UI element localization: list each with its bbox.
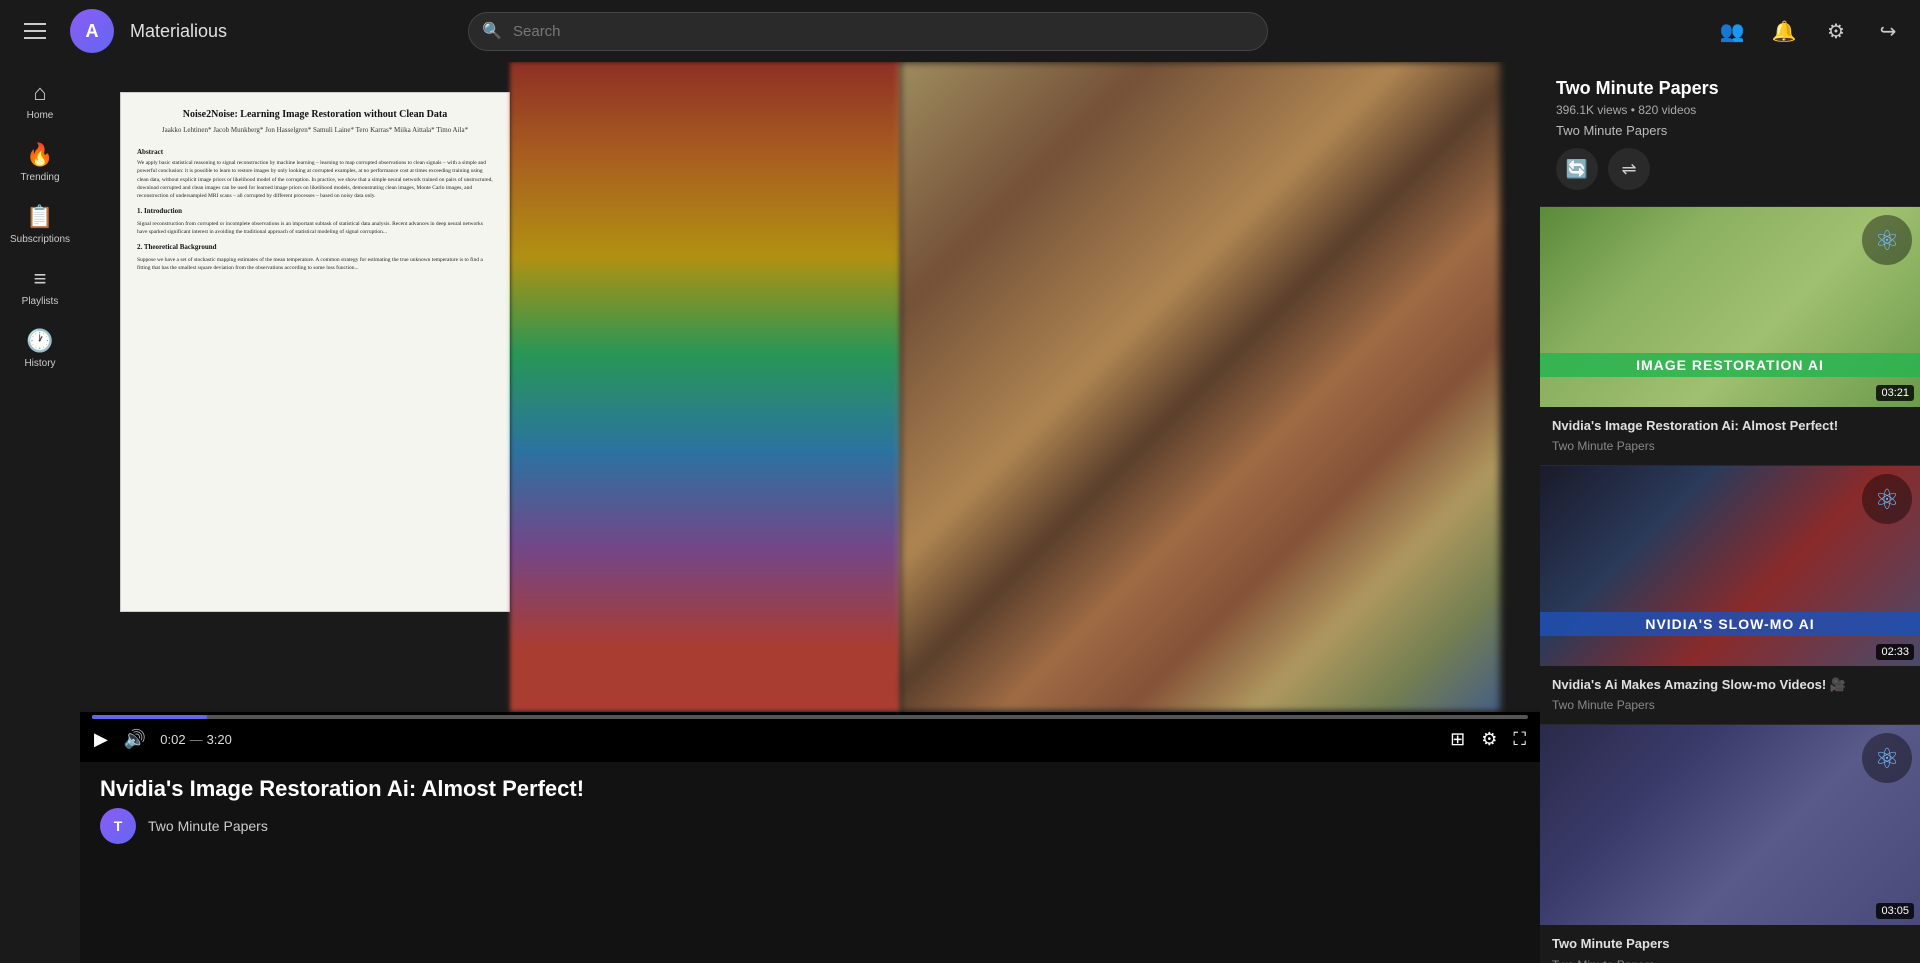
right-panel: Two Minute Papers 396.1K views • 820 vid… xyxy=(1540,62,1920,963)
channel-row: T Two Minute Papers xyxy=(100,808,1520,844)
home-icon: ⌂ xyxy=(33,80,46,106)
rv-thumbnail-1: ⚛ IMAGE RESTORATION AI 03:21 xyxy=(1540,207,1920,407)
main-layout: ⌂ Home 🔥 Trending 📋 Subscriptions ≡ Play… xyxy=(0,62,1920,963)
sidebar-item-subscriptions[interactable]: 📋 Subscriptions xyxy=(0,194,80,256)
video-info: Nvidia's Image Restoration Ai: Almost Pe… xyxy=(80,762,1540,852)
bell-icon[interactable]: 🔔 xyxy=(1768,15,1800,47)
rv-thumbnail-3: ⚛ 03:05 xyxy=(1540,725,1920,925)
rv-thumbnail-2: ⚛ NVIDIA'S SLOW-MO AI 02:33 xyxy=(1540,466,1920,666)
paper-thumbnail: Noise2Noise: Learning Image Restoration … xyxy=(120,92,510,612)
sidebar-item-label: Home xyxy=(27,110,54,122)
shuffle-button[interactable]: ⇌ xyxy=(1608,148,1650,190)
volume-button[interactable]: 🔊 xyxy=(122,727,148,752)
rv-title-1: Nvidia's Image Restoration Ai: Almost Pe… xyxy=(1552,417,1908,435)
rv-duration-2: 02:33 xyxy=(1876,644,1914,660)
play-button[interactable]: ▶ xyxy=(92,727,110,752)
rv-title-2: Nvidia's Ai Makes Amazing Slow-mo Videos… xyxy=(1552,676,1908,694)
channel-name-small: Two Minute Papers xyxy=(1556,123,1904,138)
sidebar-item-playlists[interactable]: ≡ Playlists xyxy=(0,256,80,318)
topbar-right: 👥 🔔 ⚙ ↪ xyxy=(1716,15,1904,47)
users-icon[interactable]: 👥 xyxy=(1716,15,1748,47)
progress-bar[interactable] xyxy=(92,715,1528,719)
sidebar-item-history[interactable]: 🕐 History xyxy=(0,318,80,380)
rv-duration-3: 03:05 xyxy=(1876,903,1914,919)
video-title: Nvidia's Image Restoration Ai: Almost Pe… xyxy=(100,776,1520,802)
rv-info-2: Nvidia's Ai Makes Amazing Slow-mo Videos… xyxy=(1540,666,1920,724)
paper-abstract-label: Abstract xyxy=(137,148,493,156)
playlists-icon: ≡ xyxy=(34,266,47,292)
search-icon: 🔍 xyxy=(482,21,502,41)
rv-duration-1: 03:21 xyxy=(1876,385,1914,401)
channel-meta: 396.1K views • 820 videos xyxy=(1556,103,1904,117)
trending-icon: 🔥 xyxy=(26,142,53,168)
settings-icon[interactable]: ⚙ xyxy=(1820,15,1852,47)
sidebar-item-home[interactable]: ⌂ Home xyxy=(0,70,80,132)
video-bg-color xyxy=(510,62,900,712)
paper-authors: Jaakko Lehtinen* Jacob Munkberg* Jon Has… xyxy=(137,126,493,134)
content-area: Noise2Noise: Learning Image Restoration … xyxy=(80,62,1540,963)
total-time: 3:20 xyxy=(207,732,232,747)
rv-title-3: Two Minute Papers xyxy=(1552,935,1908,953)
progress-fill xyxy=(92,715,207,719)
app-title: Materialious xyxy=(130,21,227,42)
sidebar-item-label: Playlists xyxy=(22,296,59,308)
video-face xyxy=(900,62,1500,712)
current-time: 0:02 xyxy=(160,732,185,747)
sidebar-item-label: History xyxy=(24,358,55,370)
search-bar: 🔍 xyxy=(468,12,1268,51)
related-video-3[interactable]: ⚛ 03:05 Two Minute Papers Two Minute Pap… xyxy=(1540,725,1920,963)
rv-channel-2: Two Minute Papers xyxy=(1552,698,1908,712)
channel-title: Two Minute Papers xyxy=(1556,78,1904,99)
rv-banner-1: IMAGE RESTORATION AI xyxy=(1540,353,1920,377)
atom-badge-2: ⚛ xyxy=(1862,474,1912,524)
atom-badge-1: ⚛ xyxy=(1862,215,1912,265)
miniplayer-button[interactable]: ⊞ xyxy=(1448,727,1467,752)
video-controls: ▶ 🔊 0:02 — 3:20 ⊞ ⚙ ⛶ xyxy=(80,707,1540,762)
topbar: A Materialious 🔍 👥 🔔 ⚙ ↪ xyxy=(0,0,1920,62)
time-separator: — xyxy=(190,732,203,747)
rv-channel-3: Two Minute Papers xyxy=(1552,958,1908,963)
subscribe-button[interactable]: 🔄 xyxy=(1556,148,1598,190)
sidebar-item-label: Trending xyxy=(20,172,59,184)
subscriptions-icon: 📋 xyxy=(26,204,53,230)
signout-icon[interactable]: ↪ xyxy=(1872,15,1904,47)
topbar-left: A Materialious xyxy=(16,9,236,53)
video-player: Noise2Noise: Learning Image Restoration … xyxy=(80,62,1540,762)
settings-button[interactable]: ⚙ xyxy=(1479,727,1499,752)
channel-actions: 🔄 ⇌ xyxy=(1556,148,1904,190)
related-video-2[interactable]: ⚛ NVIDIA'S SLOW-MO AI 02:33 Nvidia's Ai … xyxy=(1540,466,1920,725)
channel-avatar: T xyxy=(100,808,136,844)
rv-channel-1: Two Minute Papers xyxy=(1552,439,1908,453)
search-input[interactable] xyxy=(468,12,1268,51)
fullscreen-button[interactable]: ⛶ xyxy=(1511,727,1528,752)
channel-name: Two Minute Papers xyxy=(148,818,268,834)
channel-header: Two Minute Papers 396.1K views • 820 vid… xyxy=(1540,62,1920,207)
paper-body: We apply basic statistical reasoning to … xyxy=(137,159,493,272)
rv-info-1: Nvidia's Image Restoration Ai: Almost Pe… xyxy=(1540,407,1920,465)
sidebar: ⌂ Home 🔥 Trending 📋 Subscriptions ≡ Play… xyxy=(0,62,80,963)
related-video-1[interactable]: ⚛ IMAGE RESTORATION AI 03:21 Nvidia's Im… xyxy=(1540,207,1920,466)
paper-title: Noise2Noise: Learning Image Restoration … xyxy=(137,109,493,120)
time-display: 0:02 — 3:20 xyxy=(160,732,232,747)
avatar: A xyxy=(70,9,114,53)
sidebar-item-label: Subscriptions xyxy=(10,234,70,246)
sidebar-item-trending[interactable]: 🔥 Trending xyxy=(0,132,80,194)
rv-banner-2: NVIDIA'S SLOW-MO AI xyxy=(1540,612,1920,636)
history-icon: 🕐 xyxy=(26,328,53,354)
menu-button[interactable] xyxy=(16,15,54,47)
video-canvas[interactable]: Noise2Noise: Learning Image Restoration … xyxy=(80,62,1540,712)
rv-info-3: Two Minute Papers Two Minute Papers xyxy=(1540,925,1920,963)
atom-badge-3: ⚛ xyxy=(1862,733,1912,783)
controls-right: ⊞ ⚙ ⛶ xyxy=(1448,727,1528,752)
controls-row: ▶ 🔊 0:02 — 3:20 ⊞ ⚙ ⛶ xyxy=(92,727,1528,752)
